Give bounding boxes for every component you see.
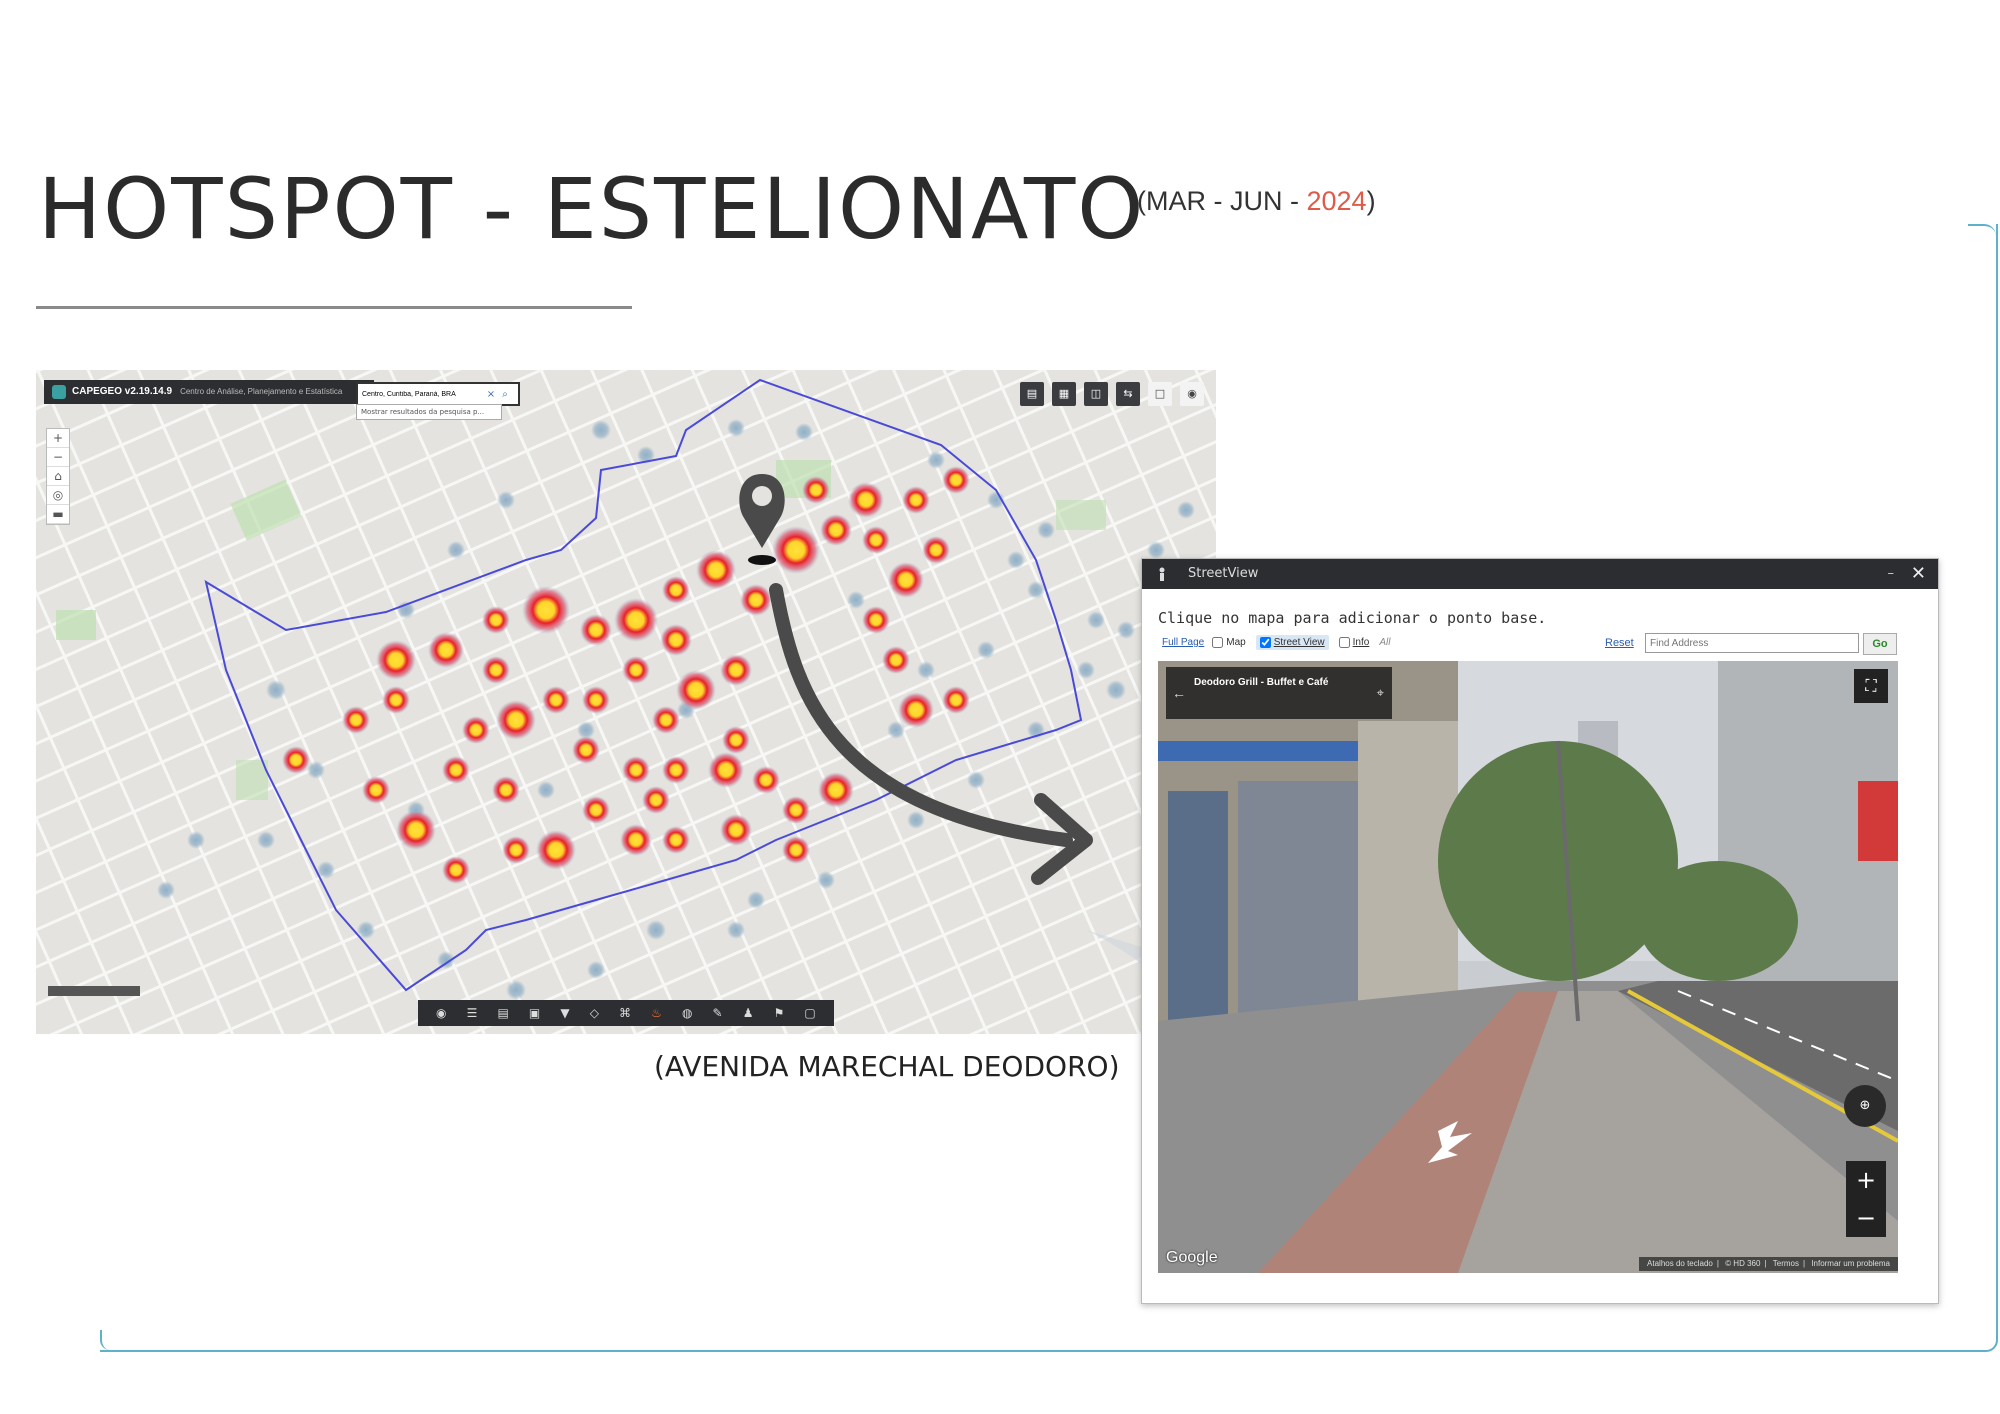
grid-icon[interactable]: ▦ bbox=[1052, 382, 1076, 406]
window-title: StreetView bbox=[1188, 566, 1259, 581]
reset-link[interactable]: Reset bbox=[1605, 637, 1634, 649]
clear-search-icon[interactable]: × bbox=[484, 389, 498, 400]
search-suggestion[interactable]: Mostrar resultados da pesquisa p... bbox=[356, 404, 502, 420]
measure-icon[interactable]: ▬ bbox=[47, 505, 69, 524]
period-year: 2024 bbox=[1306, 186, 1367, 216]
slide-frame-corner-left bbox=[100, 1330, 116, 1350]
google-logo: Google bbox=[1166, 1249, 1218, 1266]
streetview-panorama[interactable]: ← Deodoro Grill - Buffet e Café ⌖ ⛶ ⊕ + … bbox=[1158, 661, 1898, 1273]
place-card[interactable]: ← Deodoro Grill - Buffet e Café ⌖ bbox=[1166, 667, 1392, 719]
home-icon[interactable]: ⌂ bbox=[47, 467, 69, 486]
back-arrow-icon[interactable]: ← bbox=[1172, 685, 1186, 701]
find-address-input[interactable] bbox=[1645, 633, 1859, 653]
streetview-zoom-control: + − bbox=[1846, 1161, 1886, 1237]
zoom-in-button[interactable]: + bbox=[47, 429, 69, 448]
period-label: (MAR - JUN - 2024) bbox=[1137, 186, 1376, 217]
map-checkbox[interactable] bbox=[1212, 637, 1224, 648]
document-tool-icon[interactable]: ▣ bbox=[529, 1006, 540, 1020]
heatmap-tool-icon[interactable]: ♨ bbox=[651, 1006, 662, 1020]
streetview-checkbox[interactable] bbox=[1259, 637, 1271, 648]
street-scene[interactable] bbox=[1158, 661, 1898, 1273]
map-zoom-control: + − ⌂ ◎ ▬ bbox=[46, 428, 70, 525]
location-caption: (AVENIDA MARECHAL DEODORO) bbox=[654, 1050, 1120, 1083]
info-checkbox[interactable] bbox=[1338, 637, 1350, 648]
streetview-footer: Atalhos do teclado | © HD 360 | Termos | In… bbox=[1639, 1257, 1898, 1271]
expand-icon[interactable]: ⛶ bbox=[1854, 669, 1888, 703]
route-tool-icon[interactable]: ⌘ bbox=[619, 1006, 631, 1020]
period-close: ) bbox=[1366, 186, 1376, 216]
list-tool-icon[interactable]: ☰ bbox=[467, 1006, 478, 1020]
sv-zoom-in-button[interactable]: + bbox=[1846, 1161, 1886, 1199]
globe-tool-icon[interactable]: ◍ bbox=[682, 1006, 692, 1020]
location-pin-icon[interactable]: ⌖ bbox=[1377, 685, 1384, 701]
share-icon[interactable]: ⇆ bbox=[1116, 382, 1140, 406]
map-option[interactable]: Map bbox=[1212, 637, 1246, 648]
streetview-option[interactable]: Street View bbox=[1255, 635, 1329, 650]
slide-frame-corner bbox=[1968, 224, 1996, 238]
map-search-input[interactable] bbox=[358, 390, 484, 398]
zoom-out-button[interactable]: − bbox=[47, 448, 69, 467]
footer-terms[interactable]: Termos bbox=[1773, 1259, 1799, 1268]
heatmap-panel[interactable]: CAPEGEO v2.19.14.9 Centro de Análise, Pl… bbox=[36, 370, 1216, 1034]
streetview-titlebar[interactable]: StreetView – ✕ bbox=[1142, 559, 1938, 589]
streetview-tool-icon[interactable]: ⚑ bbox=[774, 1006, 785, 1020]
instruction-text: Clique no mapa para adicionar o ponto ba… bbox=[1158, 609, 1547, 627]
footer-report[interactable]: Informar um problema bbox=[1811, 1259, 1890, 1268]
all-option[interactable]: All bbox=[1379, 637, 1390, 648]
info-option-label: Info bbox=[1352, 637, 1370, 648]
table-tool-icon[interactable]: ▤ bbox=[497, 1006, 508, 1020]
fullscreen-icon[interactable]: □ bbox=[1148, 382, 1172, 406]
map-app-bar: CAPEGEO v2.19.14.9 Centro de Análise, Pl… bbox=[44, 380, 374, 404]
heatmap-canvas[interactable] bbox=[36, 370, 1216, 1034]
info-option[interactable]: Info bbox=[1338, 637, 1370, 648]
search-icon[interactable]: ⌕ bbox=[498, 389, 512, 400]
pegman-icon bbox=[1159, 567, 1165, 581]
full-page-link[interactable]: Full Page bbox=[1162, 637, 1204, 648]
app-logo-icon bbox=[52, 385, 66, 399]
bag-tool-icon[interactable]: ▢ bbox=[804, 1006, 815, 1020]
view-options: Full Page Map Street View Info All bbox=[1162, 635, 1390, 650]
period-open: (MAR - JUN - bbox=[1137, 186, 1307, 216]
sv-zoom-out-button[interactable]: − bbox=[1846, 1199, 1886, 1237]
footer-shortcuts[interactable]: Atalhos do teclado bbox=[1647, 1259, 1713, 1268]
eye-icon[interactable]: ◉ bbox=[1180, 382, 1204, 406]
map-option-label: Map bbox=[1226, 637, 1246, 648]
locate-icon[interactable]: ◎ bbox=[47, 486, 69, 505]
layers-tool-icon[interactable]: ◉ bbox=[436, 1006, 446, 1020]
layers-icon[interactable]: ◫ bbox=[1084, 382, 1108, 406]
place-name: Deodoro Grill - Buffet e Café bbox=[1194, 677, 1329, 688]
map-bottom-toolbar: ◉ ☰ ▤ ▣ ▼ ◇ ⌘ ♨ ◍ ✎ ♟ ⚑ ▢ bbox=[418, 1000, 834, 1026]
print-icon[interactable]: ▤ bbox=[1020, 382, 1044, 406]
streetview-option-label: Street View bbox=[1273, 637, 1325, 648]
select-tool-icon[interactable]: ◇ bbox=[590, 1006, 599, 1020]
draw-tool-icon[interactable]: ✎ bbox=[713, 1006, 723, 1020]
minimize-button[interactable]: – bbox=[1888, 559, 1895, 589]
streetview-window[interactable]: StreetView – ✕ Clique no mapa para adici… bbox=[1141, 558, 1939, 1304]
person-tool-icon[interactable]: ♟ bbox=[743, 1006, 754, 1020]
map-scale-bar bbox=[48, 986, 140, 996]
app-subtitle: Centro de Análise, Planejamento e Estatí… bbox=[180, 387, 343, 396]
map-top-toolbar: ▤ ▦ ◫ ⇆ □ ◉ bbox=[1020, 382, 1204, 406]
go-button[interactable]: Go bbox=[1863, 633, 1897, 655]
map-search-box[interactable]: × ⌕ bbox=[356, 382, 520, 406]
footer-copyright: © HD 360 bbox=[1725, 1259, 1761, 1268]
close-button[interactable]: ✕ bbox=[1911, 559, 1926, 589]
app-name: CAPEGEO v2.19.14.9 bbox=[72, 386, 173, 397]
filter-tool-icon[interactable]: ▼ bbox=[560, 1006, 569, 1020]
compass-icon[interactable]: ⊕ bbox=[1844, 1085, 1886, 1127]
